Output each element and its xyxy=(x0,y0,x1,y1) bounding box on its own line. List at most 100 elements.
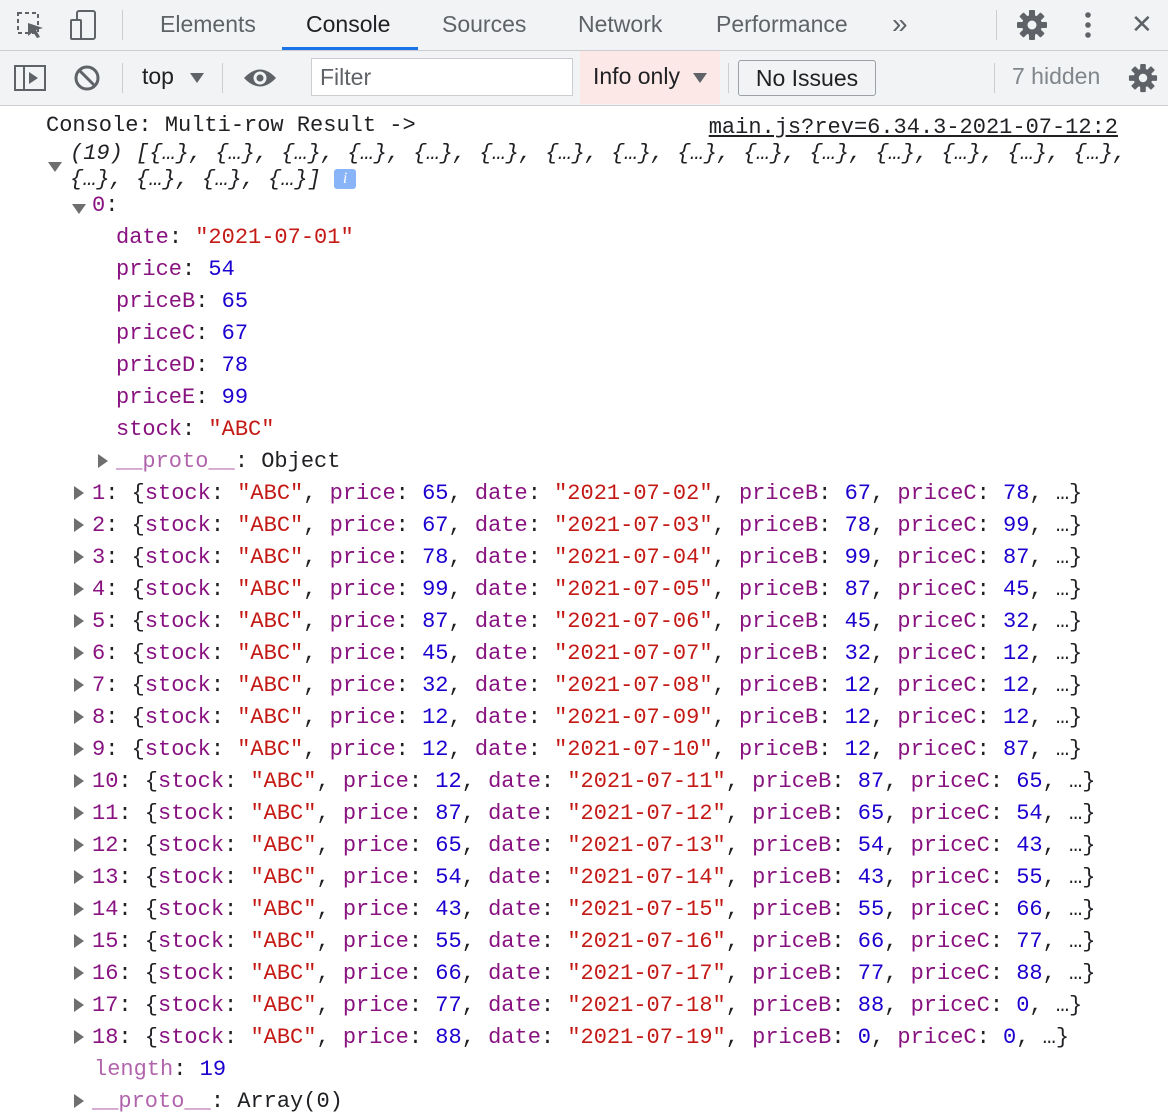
entry-index: 8 xyxy=(92,705,106,730)
expand-triangle-icon[interactable] xyxy=(74,998,84,1012)
date-value: "2021-07-10" xyxy=(554,737,713,762)
expand-triangle-icon[interactable] xyxy=(74,646,84,660)
expand-triangle-icon[interactable] xyxy=(74,902,84,916)
expanded-entry-header[interactable]: 0: xyxy=(92,190,118,222)
settings-gear-icon[interactable] xyxy=(1016,9,1048,41)
priceB-value: 87 xyxy=(857,769,885,794)
property-row: priceD: 78 xyxy=(116,353,249,378)
array-entry-row[interactable]: 17: {stock: "ABC", price: 77, date: "202… xyxy=(92,990,1082,1022)
expand-triangle-icon[interactable] xyxy=(74,710,84,724)
tab-console[interactable]: Console xyxy=(306,0,390,50)
priceB-value: 12 xyxy=(844,705,871,730)
expand-triangle-icon[interactable] xyxy=(74,550,84,564)
filter-input[interactable] xyxy=(311,58,573,96)
array-entry-row[interactable]: 7: {stock: "ABC", price: 32, date: "2021… xyxy=(92,670,1082,702)
console-settings-gear-icon[interactable] xyxy=(1128,63,1158,93)
priceB-value: 12 xyxy=(844,737,871,762)
more-options-icon[interactable] xyxy=(1080,10,1096,40)
array-entry-row[interactable]: 8: {stock: "ABC", price: 12, date: "2021… xyxy=(92,702,1082,734)
expand-triangle-icon[interactable] xyxy=(74,1030,84,1044)
array-entry-row[interactable]: 16: {stock: "ABC", price: 66, date: "202… xyxy=(92,958,1095,990)
priceC-value: 0 xyxy=(1016,993,1030,1018)
stock-value: "ABC" xyxy=(250,993,317,1018)
expand-triangle-icon[interactable] xyxy=(74,870,84,884)
live-expression-eye-icon[interactable] xyxy=(242,65,278,91)
property-value: 54 xyxy=(208,257,235,282)
expand-triangle-icon[interactable] xyxy=(74,518,84,532)
tab-elements[interactable]: Elements xyxy=(160,0,256,50)
date-value: "2021-07-16" xyxy=(567,929,726,954)
array-entry-row[interactable]: 14: {stock: "ABC", price: 43, date: "202… xyxy=(92,894,1095,926)
hidden-count: 7 hidden xyxy=(1012,63,1101,89)
array-entry-row[interactable]: 12: {stock: "ABC", price: 65, date: "202… xyxy=(92,830,1095,862)
clear-console-icon[interactable] xyxy=(73,64,101,92)
expand-triangle-icon[interactable] xyxy=(74,1094,84,1108)
inspect-element-icon[interactable] xyxy=(16,11,46,41)
active-tab-indicator xyxy=(282,47,418,50)
date-value: "2021-07-15" xyxy=(567,897,726,922)
price-value: 78 xyxy=(422,545,449,570)
array-entry-row[interactable]: 3: {stock: "ABC", price: 78, date: "2021… xyxy=(92,542,1082,574)
close-devtools-button[interactable]: ✕ xyxy=(1131,0,1153,50)
expand-triangle-icon[interactable] xyxy=(74,934,84,948)
date-value: "2021-07-08" xyxy=(554,673,713,698)
array-entry-row[interactable]: 13: {stock: "ABC", price: 54, date: "202… xyxy=(92,862,1095,894)
stock-value: "ABC" xyxy=(237,513,304,538)
priceB-value: 67 xyxy=(844,481,871,506)
priceC-value: 77 xyxy=(1016,929,1043,954)
array-proto-row[interactable]: __proto__: Array(0) xyxy=(92,1086,343,1118)
array-entry-row[interactable]: 9: {stock: "ABC", price: 12, date: "2021… xyxy=(92,734,1082,766)
array-entry-row[interactable]: 5: {stock: "ABC", price: 87, date: "2021… xyxy=(92,606,1082,638)
expand-triangle-icon[interactable] xyxy=(74,774,84,788)
property-row: priceC: 67 xyxy=(116,321,249,346)
property-key: priceC xyxy=(116,321,196,346)
expand-triangle-icon[interactable] xyxy=(74,614,84,628)
property-row: price: 54 xyxy=(116,257,235,282)
array-entry-row[interactable]: 11: {stock: "ABC", price: 87, date: "202… xyxy=(92,798,1095,830)
array-entry-row[interactable]: 6: {stock: "ABC", price: 45, date: "2021… xyxy=(92,638,1082,670)
entry-index: 2 xyxy=(92,513,106,538)
price-value: 45 xyxy=(422,641,449,666)
tab-performance[interactable]: Performance xyxy=(716,0,848,50)
array-entry-row[interactable]: 15: {stock: "ABC", price: 55, date: "202… xyxy=(92,926,1095,958)
stock-value: "ABC" xyxy=(237,577,304,602)
array-entry-row[interactable]: 1: {stock: "ABC", price: 65, date: "2021… xyxy=(92,478,1082,510)
expand-triangle-icon[interactable] xyxy=(74,806,84,820)
tab-sources[interactable]: Sources xyxy=(442,0,526,50)
device-toolbar-icon[interactable] xyxy=(68,9,100,41)
expand-triangle-icon[interactable] xyxy=(74,838,84,852)
log-levels-dropdown[interactable]: Info only xyxy=(580,51,720,104)
priceB-value: 88 xyxy=(857,993,885,1018)
expand-triangle-icon[interactable] xyxy=(98,454,108,468)
object-proto-row[interactable]: __proto__: Object xyxy=(116,446,340,478)
array-entry-row[interactable]: 4: {stock: "ABC", price: 99, date: "2021… xyxy=(92,574,1082,606)
priceB-value: 12 xyxy=(844,673,871,698)
date-value: "2021-07-19" xyxy=(567,1025,726,1050)
priceC-value: 55 xyxy=(1016,865,1043,890)
show-sidebar-icon[interactable] xyxy=(14,65,46,91)
priceC-value: 12 xyxy=(1003,705,1030,730)
issues-button[interactable]: No Issues xyxy=(738,60,876,96)
expand-triangle-icon[interactable] xyxy=(74,582,84,596)
length-value: 19 xyxy=(199,1057,227,1082)
expand-triangle-icon[interactable] xyxy=(74,678,84,692)
array-entry-row[interactable]: 10: {stock: "ABC", price: 12, date: "202… xyxy=(92,766,1095,798)
length-key: length xyxy=(94,1057,174,1082)
toolbar-divider xyxy=(122,10,123,40)
tab-network[interactable]: Network xyxy=(578,0,662,50)
priceB-value: 77 xyxy=(857,961,885,986)
chevron-down-icon xyxy=(190,73,204,83)
expand-triangle-icon[interactable] xyxy=(74,742,84,756)
array-entry-row[interactable]: 18: {stock: "ABC", price: 88, date: "202… xyxy=(92,1022,1069,1054)
collapse-triangle-icon[interactable] xyxy=(48,162,62,172)
expand-triangle-icon[interactable] xyxy=(74,486,84,500)
more-tabs-button[interactable]: » xyxy=(892,0,908,50)
array-summary-line-2[interactable]: {…}, {…}, {…}, {…}] xyxy=(70,167,321,192)
stock-value: "ABC" xyxy=(250,769,317,794)
property-row: stock: "ABC" xyxy=(116,417,275,442)
collapse-triangle-icon[interactable] xyxy=(72,204,86,214)
price-value: 87 xyxy=(422,609,449,634)
priceB-value: 65 xyxy=(857,801,885,826)
array-entry-row[interactable]: 2: {stock: "ABC", price: 67, date: "2021… xyxy=(92,510,1082,542)
expand-triangle-icon[interactable] xyxy=(74,966,84,980)
